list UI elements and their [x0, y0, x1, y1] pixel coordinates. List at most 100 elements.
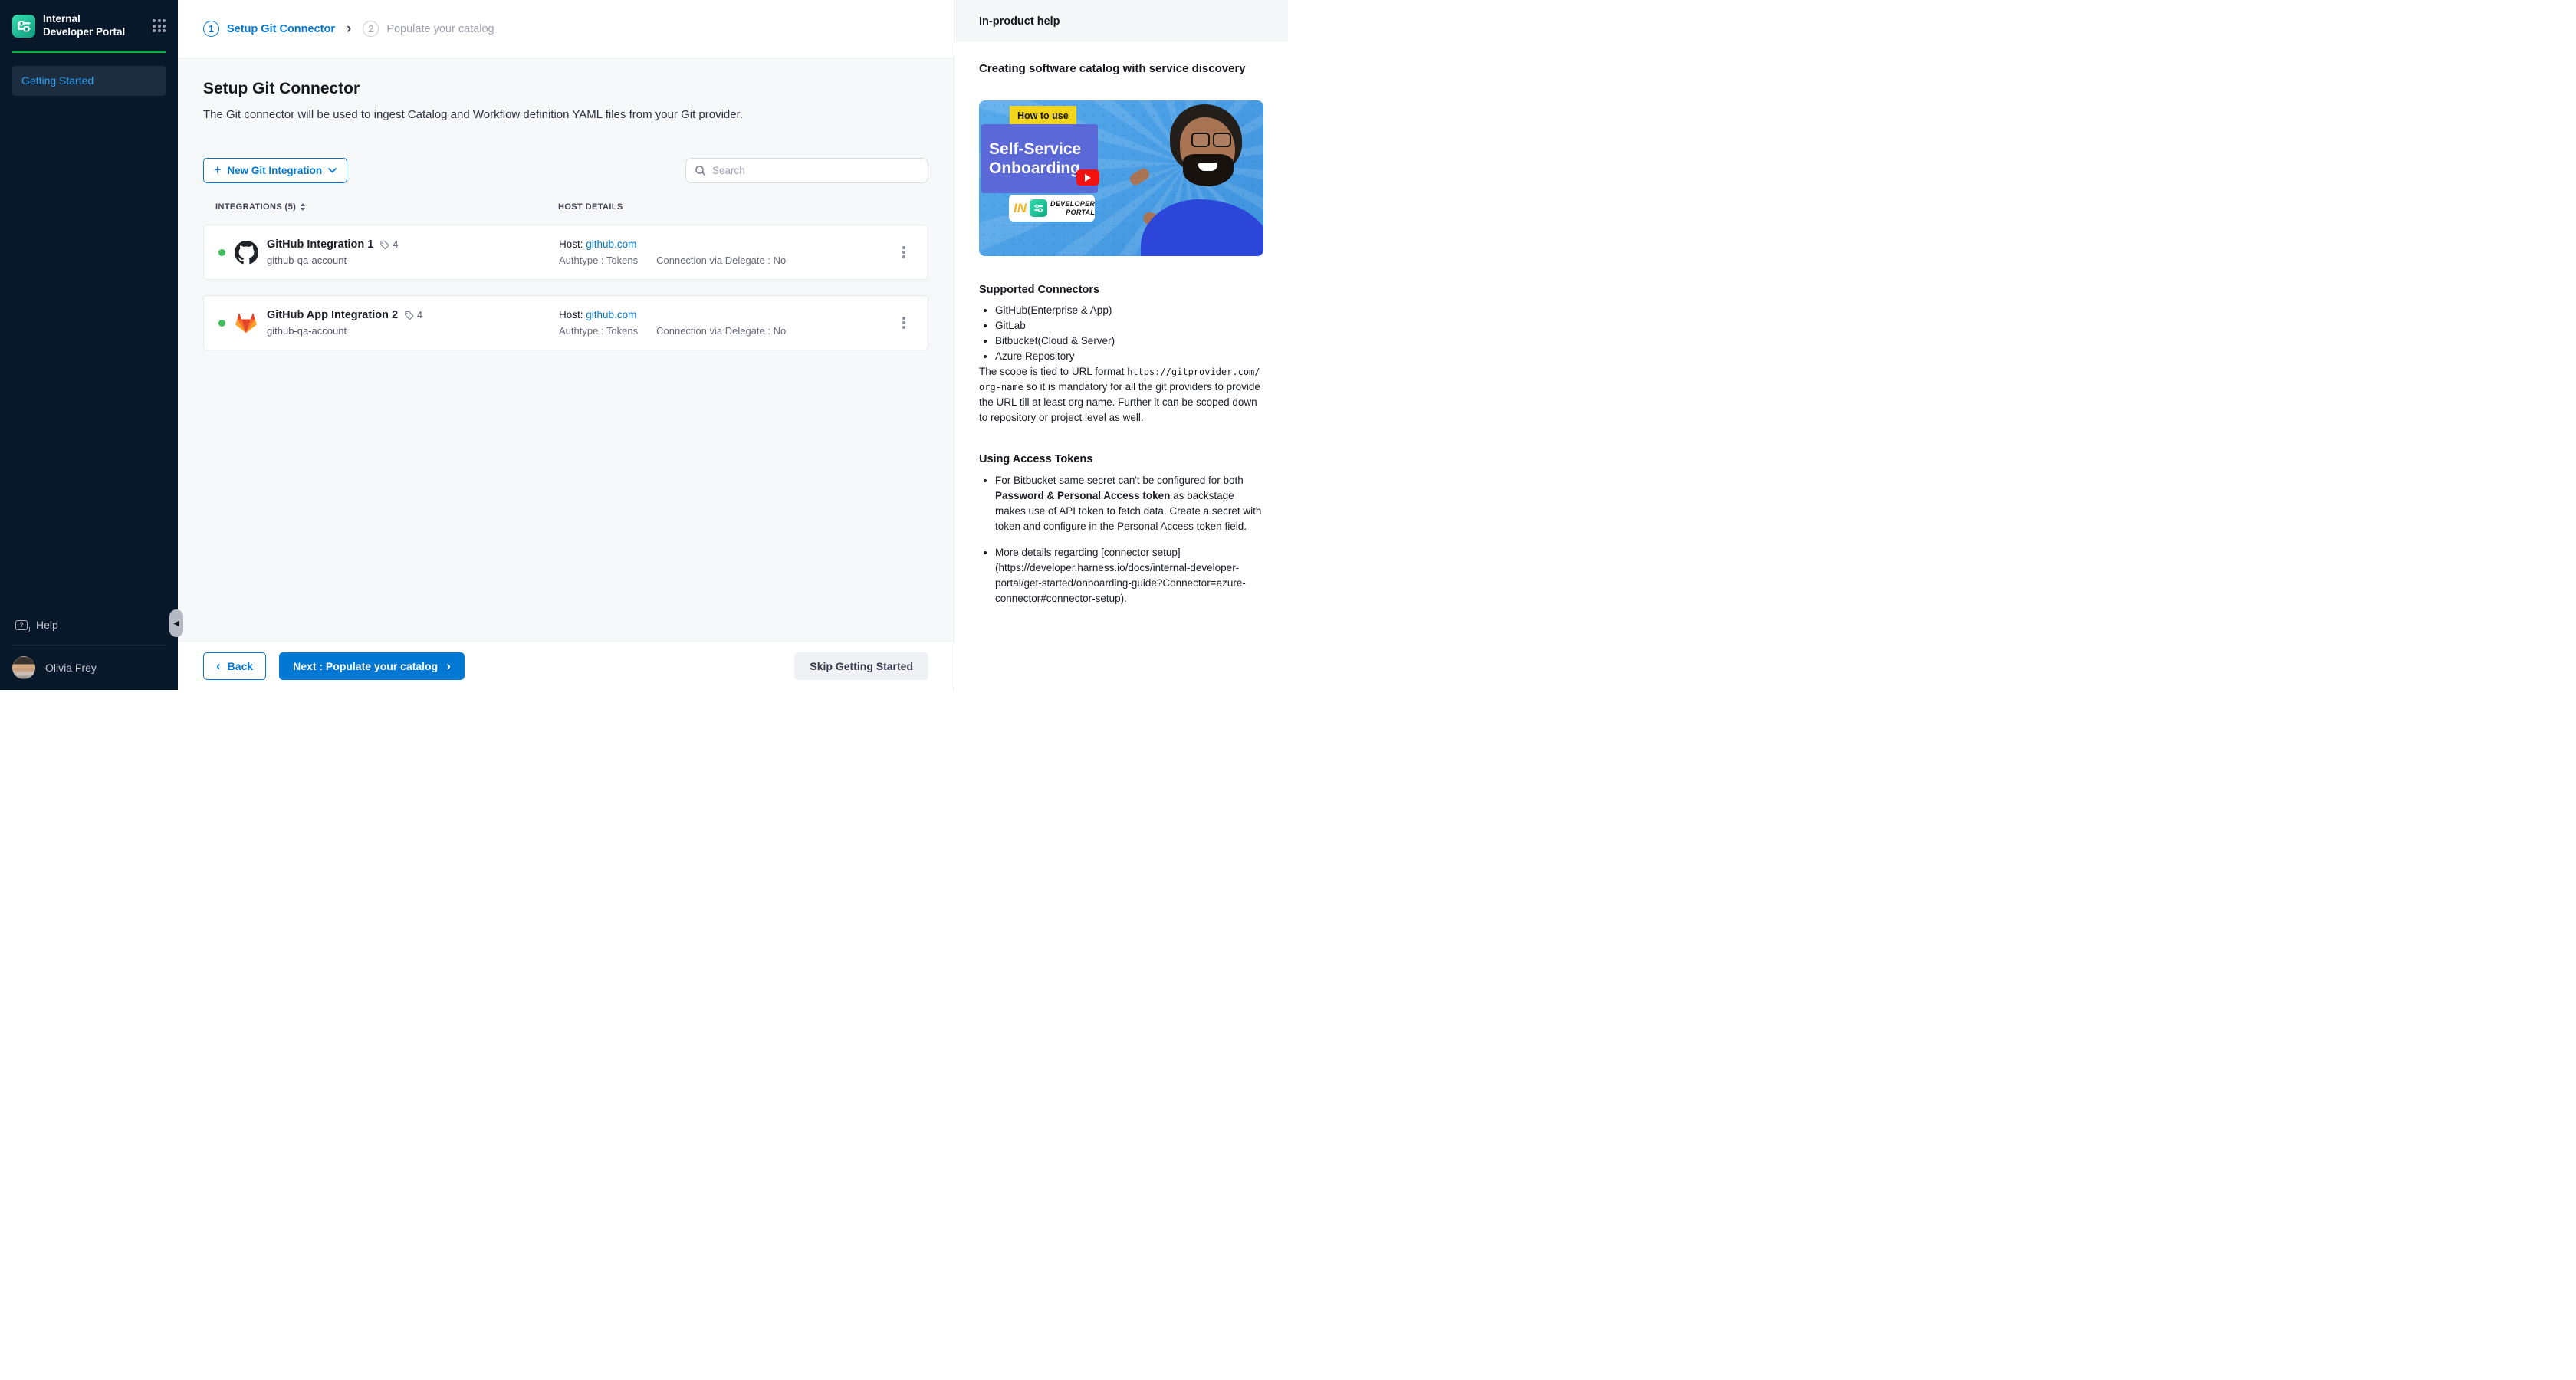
back-label: Back	[228, 660, 253, 672]
wizard-footer: ‹ Back Next : Populate your catalog › Sk…	[178, 641, 954, 690]
tag-count: 4	[417, 310, 422, 320]
sidebar-item-getting-started[interactable]: Getting Started	[12, 66, 166, 96]
tag-icon	[404, 310, 414, 320]
host-link[interactable]: github.com	[586, 238, 636, 250]
row-kebab-menu-icon[interactable]	[880, 242, 928, 263]
plus-icon: +	[214, 165, 221, 177]
apps-grid-icon[interactable]	[153, 19, 166, 32]
step-2-label: Populate your catalog	[386, 23, 494, 35]
sort-icon[interactable]	[301, 203, 305, 211]
row-identity: GitHub Integration 1 4 github-qa-account	[204, 238, 559, 266]
main-content: Setup Git Connector The Git connector wi…	[178, 58, 954, 641]
wizard-stepper-bar: 1 Setup Git Connector › 2 Populate your …	[178, 0, 954, 58]
tag-badge: 4	[380, 239, 398, 250]
presenter-illustration	[1122, 100, 1263, 256]
access-tokens-list: For Bitbucket same secret can't be confi…	[979, 473, 1263, 606]
pointing-hand	[1128, 166, 1152, 187]
sidebar-item-label: Getting Started	[21, 74, 94, 87]
video-brand-line1: DEVELOPER	[1050, 200, 1095, 208]
gitlab-icon	[234, 310, 258, 335]
idp-logo-icon	[12, 15, 35, 38]
step-1-setup-git-connector[interactable]: 1 Setup Git Connector	[203, 21, 335, 37]
help-button[interactable]: ? Help	[12, 614, 166, 636]
list-item: For Bitbucket same secret can't be confi…	[995, 473, 1263, 534]
sidebar-collapse-handle[interactable]: ◀	[169, 610, 183, 637]
status-dot	[219, 249, 225, 256]
presenter-shirt	[1141, 199, 1263, 256]
video-in-word: IN	[1014, 201, 1027, 216]
tag-count: 4	[393, 239, 398, 250]
table-row-github-integration-1[interactable]: GitHub Integration 1 4 github-qa-account…	[203, 225, 928, 280]
delegate-value: Connection via Delegate : No	[656, 325, 786, 337]
toolbar: + New Git Integration	[203, 158, 928, 183]
list-item: Bitbucket(Cloud & Server)	[995, 334, 1263, 349]
scope-text-pre: The scope is tied to URL format	[979, 366, 1127, 377]
table-row-github-app-integration-2[interactable]: GitHub App Integration 2 4 github-qa-acc…	[203, 295, 928, 350]
youtube-play-icon[interactable]	[1076, 169, 1099, 186]
help-article-title: Creating software catalog with service d…	[979, 62, 1263, 75]
help-panel-header: In-product help	[955, 0, 1288, 42]
app-window: Internal Developer Portal Getting Starte…	[0, 0, 1288, 690]
presenter-glasses	[1191, 133, 1231, 147]
sidebar-top: Internal Developer Portal Getting Starte…	[0, 0, 178, 96]
back-button[interactable]: ‹ Back	[203, 652, 266, 680]
scope-paragraph: The scope is tied to URL format https://…	[979, 364, 1263, 426]
search-box	[685, 158, 928, 183]
table-header: INTEGRATIONS (5) HOST DETAILS	[203, 202, 928, 212]
page-subtitle: The Git connector will be used to ingest…	[203, 108, 928, 121]
presenter-smile	[1198, 163, 1217, 171]
search-icon	[695, 165, 706, 176]
supported-connectors-heading: Supported Connectors	[979, 284, 1263, 296]
user-name: Olivia Frey	[45, 662, 97, 674]
supported-connectors-list: GitHub(Enterprise & App) GitLab Bitbucke…	[979, 303, 1263, 364]
next-populate-catalog-button[interactable]: Next : Populate your catalog ›	[279, 652, 465, 680]
product-name-line1: Internal	[43, 13, 145, 26]
chevron-down-icon	[328, 168, 337, 173]
in-product-help-panel: In-product help Creating software catalo…	[954, 0, 1288, 690]
video-thumbnail[interactable]: How to use Self-Service Onboarding IN	[979, 100, 1263, 256]
integration-account: github-qa-account	[267, 255, 398, 266]
video-badge: How to use	[1010, 106, 1076, 125]
new-git-integration-button[interactable]: + New Git Integration	[203, 158, 347, 183]
step-1-number: 1	[203, 21, 219, 37]
github-icon	[234, 240, 258, 264]
chevron-right-icon: ›	[446, 659, 451, 672]
row-identity: GitHub App Integration 2 4 github-qa-acc…	[204, 309, 559, 337]
step-2-populate-your-catalog[interactable]: 2 Populate your catalog	[363, 21, 494, 37]
search-input[interactable]	[712, 165, 919, 176]
skip-getting-started-button[interactable]: Skip Getting Started	[794, 652, 928, 680]
product-name-line2: Developer Portal	[43, 26, 145, 39]
host-label: Host:	[559, 238, 583, 250]
using-access-tokens-heading: Using Access Tokens	[979, 453, 1263, 465]
chevron-left-icon: ‹	[216, 659, 221, 672]
column-integrations: INTEGRATIONS (5)	[215, 202, 296, 212]
token-text-pre: For Bitbucket same secret can't be confi…	[995, 475, 1244, 486]
main-area: 1 Setup Git Connector › 2 Populate your …	[178, 0, 954, 690]
sidebar-divider	[12, 645, 166, 646]
status-dot	[219, 320, 225, 327]
page-title: Setup Git Connector	[203, 80, 928, 98]
video-brand-text: DEVELOPER PORTAL	[1050, 200, 1095, 217]
avatar	[12, 656, 35, 679]
row-meta: GitHub App Integration 2 4 github-qa-acc…	[267, 309, 422, 337]
host-details: Host: github.com Authtype : Tokens Conne…	[559, 238, 880, 266]
integration-account: github-qa-account	[267, 325, 422, 337]
integration-name: GitHub App Integration 2	[267, 309, 398, 321]
row-meta: GitHub Integration 1 4 github-qa-account	[267, 238, 398, 266]
list-item: More details regarding [connector setup]…	[995, 545, 1263, 606]
video-brand-pill: IN DEVELOPER PORTAL	[1009, 195, 1095, 222]
user-menu[interactable]: Olivia Frey	[12, 656, 166, 679]
sidebar: Internal Developer Portal Getting Starte…	[0, 0, 178, 690]
help-chat-icon: ?	[15, 620, 28, 630]
list-item: Azure Repository	[995, 349, 1263, 364]
help-panel-body: Creating software catalog with service d…	[955, 42, 1288, 617]
host-link[interactable]: github.com	[586, 309, 636, 320]
list-item: GitLab	[995, 318, 1263, 334]
skip-label: Skip Getting Started	[810, 660, 913, 672]
delegate-value: Connection via Delegate : No	[656, 255, 786, 266]
tag-icon	[380, 240, 389, 250]
idp-logo-small-icon	[1030, 199, 1047, 217]
row-kebab-menu-icon[interactable]	[880, 312, 928, 334]
accent-underline	[12, 51, 166, 53]
new-git-integration-label: New Git Integration	[227, 165, 322, 176]
